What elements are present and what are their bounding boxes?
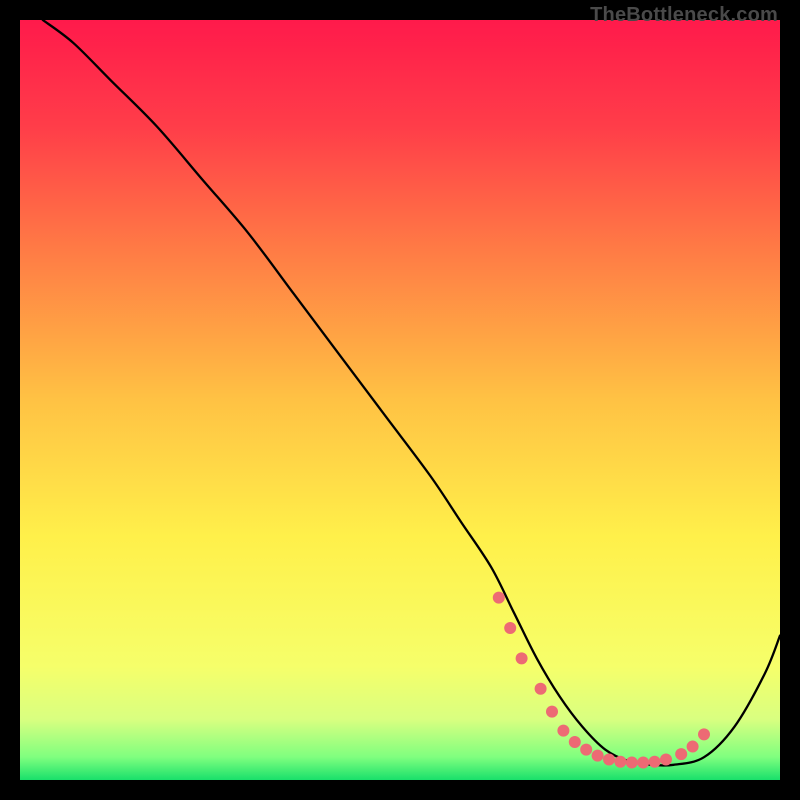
plot-area — [20, 20, 780, 780]
chart-stage: TheBottleneck.com — [0, 0, 800, 800]
background-gradient — [20, 20, 780, 780]
watermark-text: TheBottleneck.com — [590, 4, 778, 27]
